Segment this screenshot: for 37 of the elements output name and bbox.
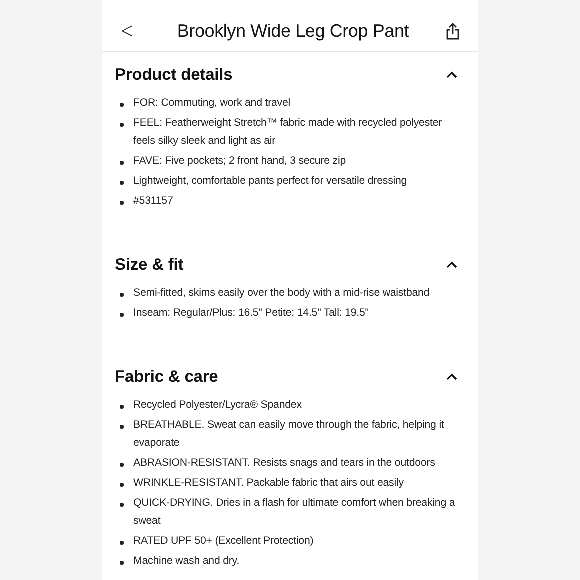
- section-heading[interactable]: Size & fit: [115, 256, 184, 274]
- bullet-icon: [120, 483, 124, 486]
- chevron-up-icon[interactable]: [446, 373, 458, 381]
- bullet-text: Semi-fitted, skims easily over the body with a mid-rise waistband: [134, 286, 430, 301]
- bullet-text: ABRASION-RESISTANT. Resists snags and tears in the outdoors: [134, 456, 436, 471]
- bullet-text: QUICK-DRYING. Dries in a flash for ultimate comfort when breaking a sweat: [134, 496, 456, 529]
- bullet-text: Lightweight, comfortable pants perfect for versatile dressing: [134, 174, 408, 189]
- back-button[interactable]: <: [118, 19, 136, 44]
- bullet-icon: [120, 561, 124, 564]
- section-heading[interactable]: Fabric & care: [115, 368, 218, 386]
- bullet-icon: [120, 181, 124, 184]
- bullet-icon: [120, 425, 124, 428]
- share-icon[interactable]: [446, 23, 460, 40]
- bullet-text: BREATHABLE. Sweat can easily move through the fabric, helping it evaporate: [134, 418, 446, 451]
- bullet-icon: [120, 161, 124, 164]
- chevron-up-icon[interactable]: [446, 71, 458, 79]
- bullet-text: #531157: [134, 194, 174, 209]
- bullet-text: FAVE: Five pockets; 2 front hand, 3 secure zip: [134, 154, 346, 169]
- page-title: Brooklyn Wide Leg Crop Pant: [176, 21, 410, 42]
- section-heading[interactable]: Product details: [115, 66, 233, 84]
- bullet-text: FOR: Commuting, work and travel: [134, 96, 291, 111]
- bullet-icon: [120, 201, 124, 204]
- bullet-icon: [120, 313, 124, 316]
- bullet-icon: [120, 405, 124, 408]
- bullet-text: FEEL: Featherweight Stretch™ fabric made with recycled polyester feels silky sleek and light as air: [134, 116, 444, 149]
- bullet-icon: [120, 123, 124, 126]
- bullet-text: Machine wash and dry.: [134, 554, 240, 569]
- chevron-up-icon[interactable]: [446, 261, 458, 269]
- bullet-icon: [120, 541, 124, 544]
- bullet-text: WRINKLE-RESISTANT. Packable fabric that airs out easily: [134, 476, 404, 491]
- bullet-icon: [120, 503, 124, 506]
- bullet-icon: [120, 293, 124, 296]
- bullet-text: Inseam: Regular/Plus: 16.5" Petite: 14.5" Tall: 19.5": [134, 306, 369, 321]
- bullet-text: Recycled Polyester/Lycra® Spandex: [134, 398, 302, 413]
- bullet-icon: [120, 463, 124, 466]
- bullet-text: RATED UPF 50+ (Excellent Protection): [134, 534, 314, 549]
- bullet-icon: [120, 103, 124, 106]
